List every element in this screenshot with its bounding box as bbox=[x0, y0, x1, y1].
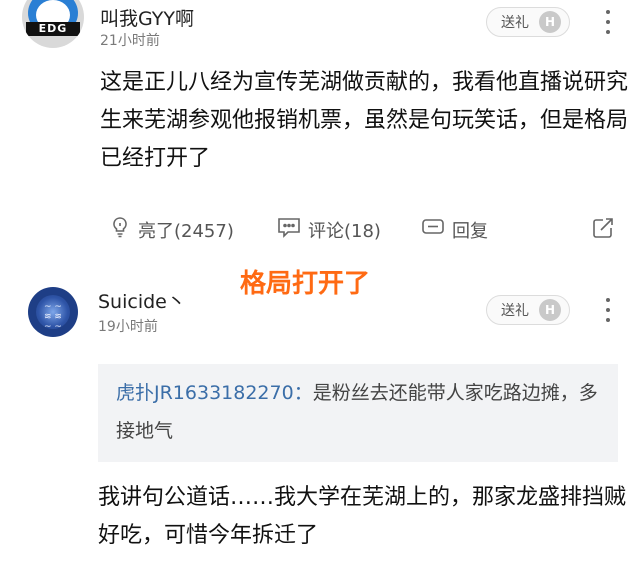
quote-author[interactable]: 虎扑JR1633182270： bbox=[116, 382, 313, 404]
more-icon[interactable] bbox=[605, 10, 611, 34]
username[interactable]: Suicide丶 bbox=[98, 287, 186, 314]
comment-icon bbox=[276, 215, 302, 244]
timestamp: 21小时前 bbox=[100, 33, 160, 49]
reply-icon bbox=[420, 215, 446, 244]
reply-button[interactable]: 回复 bbox=[420, 215, 488, 244]
gift-button[interactable]: 送礼 H bbox=[486, 295, 570, 325]
quoted-comment[interactable]: 虎扑JR1633182270：是粉丝去还能带人家吃路边摊，多接地气 bbox=[98, 364, 618, 462]
username[interactable]: 叫我GYY啊 bbox=[100, 4, 194, 31]
gift-button[interactable]: 送礼 H bbox=[486, 7, 570, 37]
overlay-caption: 格局打开了 bbox=[240, 269, 371, 299]
comment-button[interactable]: 评论(18) bbox=[276, 215, 381, 244]
gift-h-icon: H bbox=[539, 299, 561, 321]
more-icon[interactable] bbox=[605, 298, 611, 322]
like-count: 亮了(2457) bbox=[138, 220, 234, 242]
avatar-image: ~ ~ ≋ ≋ ~ ~ bbox=[44, 302, 62, 332]
avatar[interactable]: ~ ~ ≋ ≋ ~ ~ bbox=[28, 287, 78, 337]
timestamp: 19小时前 bbox=[98, 319, 158, 335]
like-button[interactable]: 亮了(2457) bbox=[108, 215, 234, 244]
share-icon[interactable] bbox=[590, 215, 616, 245]
gift-h-icon: H bbox=[539, 11, 561, 33]
comment-text: 我讲句公道话……我大学在芜湖上的，那家龙盛排挡贼好吃，可惜今年拆迁了 bbox=[98, 485, 627, 548]
bulb-icon bbox=[108, 215, 132, 244]
gift-label: 送礼 bbox=[501, 15, 529, 31]
comment-text: 这是正儿八经为宣传芜湖做贡献的，我看他直播说研究生来芜湖参观他报销机票，虽然是句… bbox=[100, 70, 629, 171]
reply-label: 回复 bbox=[452, 220, 488, 242]
gift-label: 送礼 bbox=[501, 303, 529, 319]
avatar[interactable]: EDG bbox=[22, 0, 84, 48]
avatar-tag: EDG bbox=[26, 22, 80, 36]
comment-count: 评论(18) bbox=[308, 220, 381, 242]
